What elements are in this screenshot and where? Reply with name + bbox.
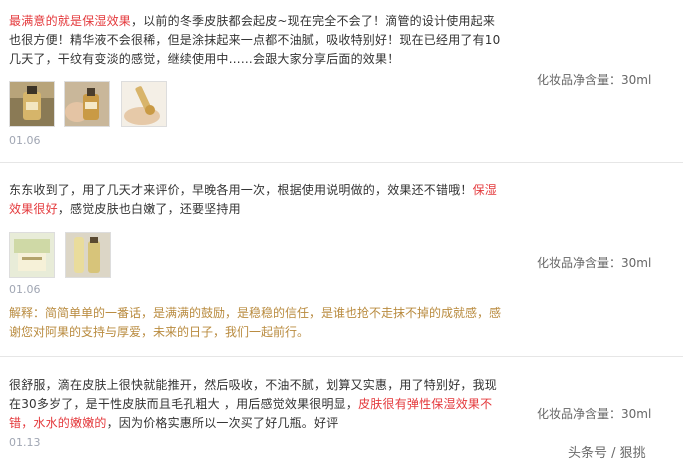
box-photo-green-icon bbox=[10, 233, 54, 277]
bottle-photo-dropper-icon bbox=[122, 82, 166, 126]
review-date: 01.13 bbox=[9, 436, 41, 449]
bottle-photo-gold-icon bbox=[10, 82, 54, 126]
review-date: 01.06 bbox=[9, 283, 41, 296]
product-spec-label: 化妆品净含量：30ml bbox=[537, 256, 652, 270]
review-text: 东东收到了，用了几天才来评价，早晚各用一次，根据使用说明做的，效果还不错哦！保湿… bbox=[9, 181, 504, 219]
review-photo-thumbnail[interactable] bbox=[65, 232, 111, 278]
watermark: 头条号 / 狠挑 bbox=[568, 446, 646, 461]
bottle-photo-hand-icon bbox=[65, 82, 109, 126]
review-photo-thumbnail[interactable] bbox=[121, 81, 167, 127]
review-divider bbox=[0, 162, 683, 163]
review-photo-thumbnail[interactable] bbox=[9, 232, 55, 278]
review-text: 最满意的就是保湿效果，以前的冬季皮肤都会起皮~现在完全不会了！滴管的设计使用起来… bbox=[9, 12, 504, 69]
product-spec-label: 化妆品净含量：30ml bbox=[537, 73, 652, 87]
review-text: 很舒服，滴在皮肤上很快就能推开，然后吸收，不油不腻，划算又实惠，用了特别好，我现… bbox=[9, 376, 504, 433]
bottle-photo-tube-icon bbox=[66, 233, 110, 277]
review-highlight: 最满意的就是保湿效果 bbox=[9, 14, 132, 28]
review-date: 01.06 bbox=[9, 134, 41, 147]
review-body: 东东收到了，用了几天才来评价，早晚各用一次，根据使用说明做的，效果还不错哦！ bbox=[9, 183, 473, 197]
review-divider bbox=[0, 356, 683, 357]
seller-reply: 解释：简简单单的一番话，是满满的鼓励，是稳稳的信任，是谁也抢不走抹不掉的成就感，… bbox=[9, 306, 502, 339]
product-spec-label: 化妆品净含量：30ml bbox=[537, 407, 652, 421]
review-photo-thumbnail[interactable] bbox=[9, 81, 55, 127]
review-body: ，感觉皮肤也白嫩了，还要坚持用 bbox=[57, 202, 241, 216]
review-photo-thumbnail[interactable] bbox=[64, 81, 110, 127]
review-body: ，因为价格实惠所以一次买了好几瓶。好评 bbox=[106, 416, 339, 430]
